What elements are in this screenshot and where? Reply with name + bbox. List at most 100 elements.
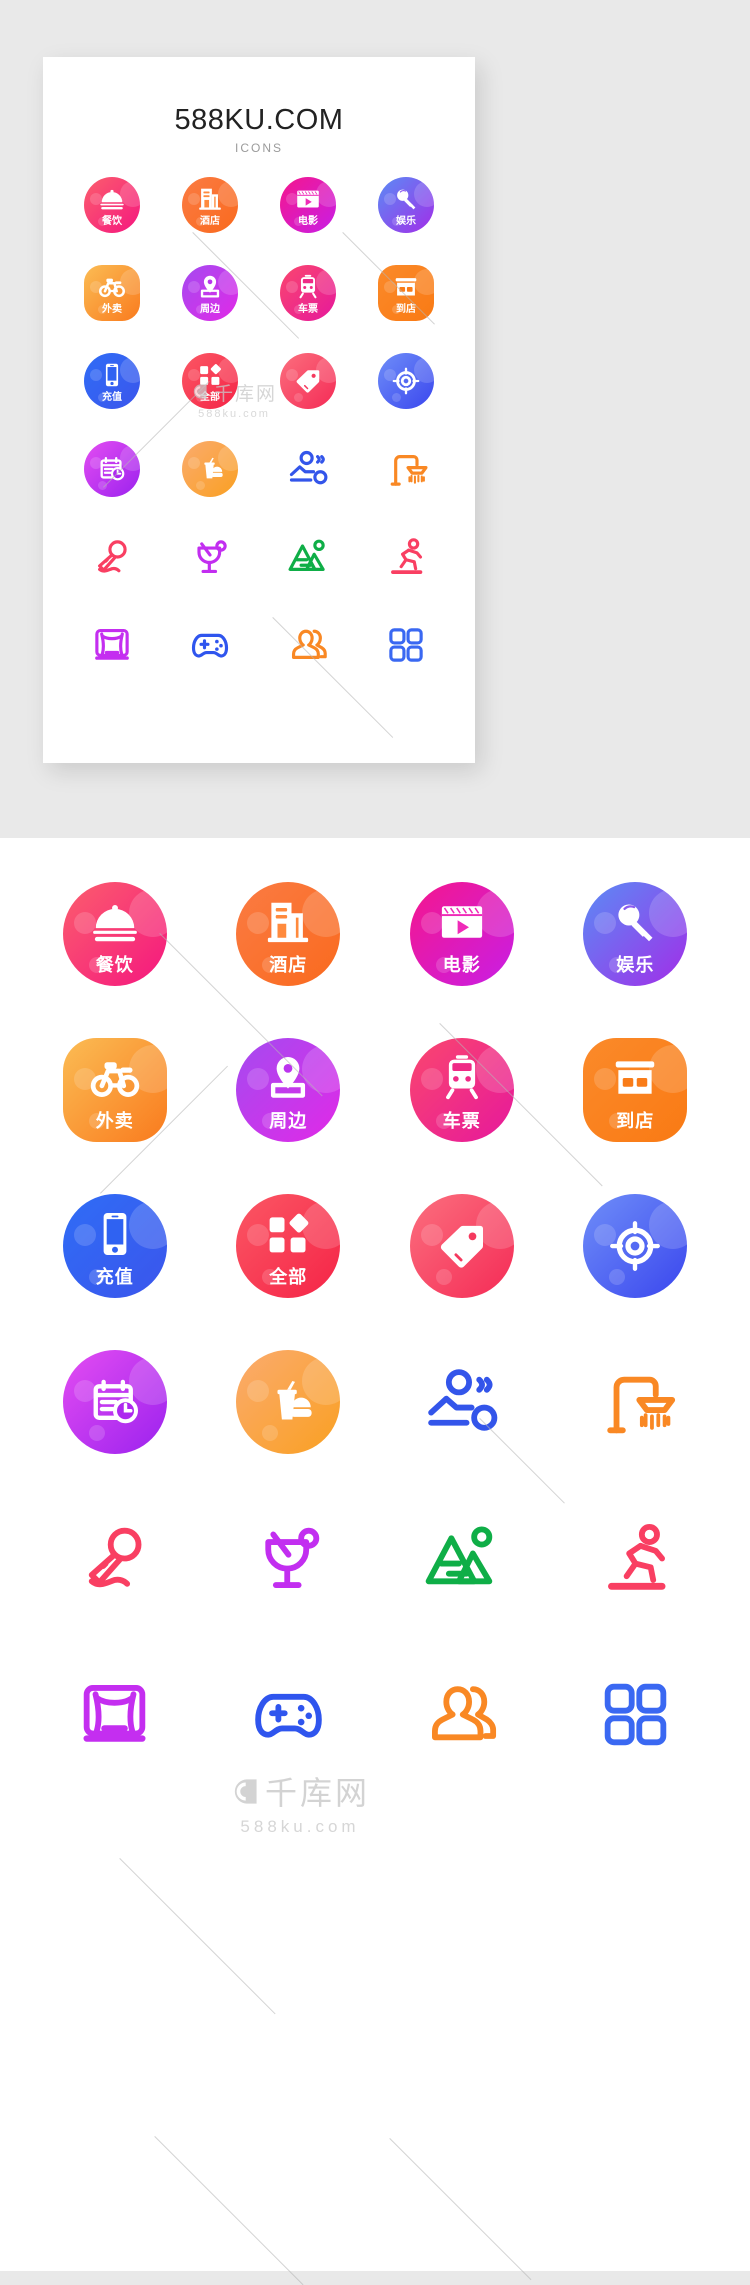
icon-cell[interactable]: 电影 — [280, 177, 336, 233]
detail-section: 餐饮 酒店 电影 娱乐 外卖 周边 车票 到店 充值 全部 千库网 588ku.… — [0, 800, 750, 2285]
icon-cell[interactable]: 到店 — [583, 1038, 688, 1142]
icon-cell[interactable] — [84, 617, 140, 673]
storefront-badge[interactable]: 到店 — [583, 1038, 688, 1142]
cocktail-glass-icon[interactable] — [236, 1506, 340, 1610]
icon-cell[interactable] — [236, 1506, 340, 1610]
calendar-clock-booking-badge[interactable] — [84, 441, 140, 497]
icon-cell[interactable] — [410, 1662, 514, 1766]
mountain-scenery-icon[interactable] — [410, 1506, 514, 1610]
four-squares-grid-icon[interactable] — [378, 617, 434, 673]
icon-cell[interactable] — [84, 529, 140, 585]
people-group-icon[interactable] — [280, 617, 336, 673]
cocktail-glass-icon[interactable] — [182, 529, 238, 585]
mountain-scenery-icon[interactable] — [280, 529, 336, 585]
icon-cell[interactable] — [63, 1662, 167, 1766]
microphone-badge[interactable]: 娱乐 — [378, 177, 434, 233]
microphone-badge[interactable]: 娱乐 — [583, 882, 688, 986]
ktv-microphone-icon[interactable] — [84, 529, 140, 585]
icon-cell[interactable] — [236, 1350, 341, 1454]
target-crosshair-badge[interactable] — [378, 353, 434, 409]
icon-cell[interactable]: 全部 — [236, 1194, 341, 1298]
hotel-building-badge[interactable]: 酒店 — [182, 177, 238, 233]
icon-cell[interactable]: 娱乐 — [583, 882, 688, 986]
icon-cell[interactable] — [182, 529, 238, 585]
theater-stage-curtain-icon[interactable] — [84, 617, 140, 673]
icon-cell[interactable]: 外卖 — [62, 1038, 167, 1142]
icon-cell[interactable]: 酒店 — [182, 177, 238, 233]
icon-cell[interactable] — [583, 1194, 688, 1298]
detail-sheet: 餐饮 酒店 电影 娱乐 外卖 周边 车票 到店 充值 全部 千库网 588ku.… — [0, 838, 750, 2285]
icon-cell[interactable] — [236, 1662, 340, 1766]
icon-cell[interactable]: 娱乐 — [378, 177, 434, 233]
train-ticket-badge[interactable]: 车票 — [409, 1038, 514, 1142]
icon-cell[interactable]: 周边 — [236, 1038, 341, 1142]
fast-food-drink-badge[interactable] — [182, 441, 238, 497]
location-pin-badge[interactable]: 周边 — [182, 265, 238, 321]
icon-cell[interactable] — [62, 1350, 167, 1454]
icon-cell[interactable] — [583, 1662, 687, 1766]
icon-cell[interactable] — [84, 441, 140, 497]
icon-cell[interactable]: 车票 — [409, 1038, 514, 1142]
icon-cell[interactable] — [63, 1506, 167, 1610]
mobile-phone-recharge-badge[interactable]: 充值 — [84, 353, 140, 409]
page-subtitle: ICONS — [234, 141, 283, 155]
target-crosshair-badge[interactable] — [583, 1194, 688, 1298]
game-controller-icon[interactable] — [182, 617, 238, 673]
icon-cell[interactable] — [378, 617, 434, 673]
icon-cell[interactable]: 电影 — [409, 882, 514, 986]
icon-cell[interactable] — [378, 529, 434, 585]
delivery-scooter-badge[interactable]: 外卖 — [62, 1038, 167, 1142]
icon-cell[interactable] — [409, 1194, 514, 1298]
fast-food-drink-badge[interactable] — [236, 1350, 341, 1454]
icon-cell[interactable] — [378, 441, 434, 497]
four-squares-grid-icon[interactable] — [583, 1662, 687, 1766]
massage-spa-icon[interactable] — [280, 441, 336, 497]
icon-cell[interactable]: 外卖 — [84, 265, 140, 321]
mobile-phone-recharge-badge[interactable]: 充值 — [62, 1194, 167, 1298]
icon-label: 周边 — [269, 1111, 308, 1131]
icon-cell[interactable] — [378, 353, 434, 409]
icon-label: 餐饮 — [95, 955, 134, 975]
price-tag-badge[interactable] — [409, 1194, 514, 1298]
running-person-icon[interactable] — [583, 1506, 687, 1610]
icon-cell[interactable]: 充值 — [62, 1194, 167, 1298]
icon-cell[interactable]: 餐饮 — [84, 177, 140, 233]
icon-cell[interactable]: 到店 — [378, 265, 434, 321]
food-cloche-badge[interactable]: 餐饮 — [62, 882, 167, 986]
icon-cell[interactable] — [280, 353, 336, 409]
watermark-detail: 千库网 588ku.com — [230, 1768, 370, 1837]
icon-label: 娱乐 — [396, 215, 416, 227]
storefront-badge[interactable]: 到店 — [378, 265, 434, 321]
price-tag-badge[interactable] — [280, 353, 336, 409]
icon-cell[interactable] — [583, 1350, 687, 1454]
icon-cell[interactable] — [182, 617, 238, 673]
icon-cell[interactable] — [182, 441, 238, 497]
running-person-icon[interactable] — [378, 529, 434, 585]
ktv-microphone-icon[interactable] — [63, 1506, 167, 1610]
movie-clapper-play-badge[interactable]: 电影 — [280, 177, 336, 233]
icon-cell[interactable]: 餐饮 — [62, 882, 167, 986]
icon-cell[interactable] — [410, 1506, 514, 1610]
location-pin-badge[interactable]: 周边 — [236, 1038, 341, 1142]
shower-icon[interactable] — [378, 441, 434, 497]
grid-all-categories-badge[interactable]: 全部 — [236, 1194, 341, 1298]
icon-cell[interactable]: 酒店 — [236, 882, 341, 986]
hotel-building-badge[interactable]: 酒店 — [236, 882, 341, 986]
icon-cell[interactable]: 车票 — [280, 265, 336, 321]
game-controller-icon[interactable] — [236, 1662, 340, 1766]
movie-clapper-play-badge[interactable]: 电影 — [409, 882, 514, 986]
icon-label: 娱乐 — [616, 955, 655, 975]
train-ticket-badge[interactable]: 车票 — [280, 265, 336, 321]
icon-cell[interactable] — [280, 617, 336, 673]
icon-cell[interactable]: 充值 — [84, 353, 140, 409]
shower-icon[interactable] — [583, 1350, 687, 1454]
delivery-scooter-badge[interactable]: 外卖 — [84, 265, 140, 321]
icon-cell[interactable] — [280, 441, 336, 497]
food-cloche-badge[interactable]: 餐饮 — [84, 177, 140, 233]
icon-cell[interactable] — [280, 529, 336, 585]
icon-cell[interactable]: 周边 — [182, 265, 238, 321]
calendar-clock-booking-badge[interactable] — [62, 1350, 167, 1454]
people-group-icon[interactable] — [410, 1662, 514, 1766]
icon-cell[interactable] — [583, 1506, 687, 1610]
theater-stage-curtain-icon[interactable] — [63, 1662, 167, 1766]
